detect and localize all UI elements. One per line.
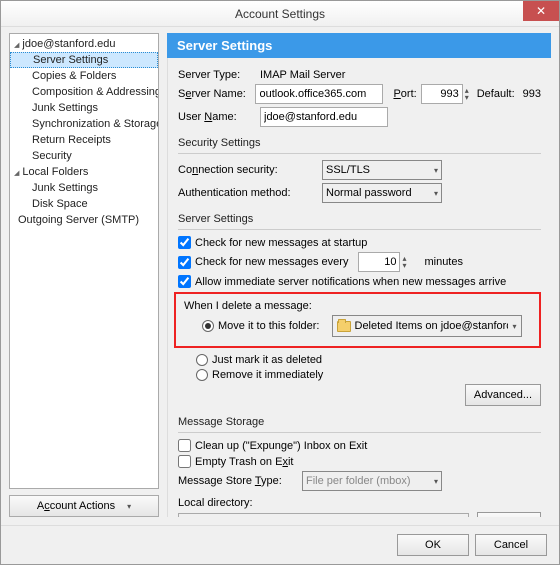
account-actions-button[interactable]: Account Actions ▾ bbox=[9, 495, 159, 517]
tree-item-return-receipts[interactable]: Return Receipts bbox=[10, 132, 158, 148]
tree-item-junk[interactable]: Junk Settings bbox=[10, 100, 158, 116]
server-name-label: Server Name: bbox=[178, 88, 251, 100]
close-icon[interactable]: ✕ bbox=[523, 1, 559, 21]
cleanup-inbox-checkbox[interactable]: Clean up ("Expunge") Inbox on Exit bbox=[178, 439, 367, 452]
chevron-down-icon: ▾ bbox=[512, 322, 516, 331]
panel-title: Server Settings bbox=[167, 33, 551, 58]
sidebar: jdoe@stanford.edu Server Settings Copies… bbox=[9, 33, 159, 517]
browse-button[interactable]: Browse... bbox=[477, 512, 541, 517]
security-settings-title: Security Settings bbox=[178, 137, 541, 149]
ok-button[interactable]: OK bbox=[397, 534, 469, 556]
allow-notifications-checkbox[interactable]: Allow immediate server notifications whe… bbox=[178, 275, 506, 288]
port-label: Port: bbox=[393, 88, 416, 100]
check-startup-checkbox[interactable]: Check for new messages at startup bbox=[178, 236, 367, 249]
mark-deleted-radio[interactable]: Just mark it as deleted bbox=[196, 354, 322, 366]
tree-item-lf-junk[interactable]: Junk Settings bbox=[10, 180, 158, 196]
message-storage-title: Message Storage bbox=[178, 416, 541, 428]
folder-icon bbox=[337, 321, 351, 332]
remove-immediately-radio[interactable]: Remove it immediately bbox=[196, 369, 323, 381]
local-directory-input[interactable] bbox=[178, 513, 469, 517]
store-type-select: File per folder (mbox)▾ bbox=[302, 471, 442, 491]
user-name-input[interactable] bbox=[260, 107, 388, 127]
connection-security-label: Connection security: bbox=[178, 164, 318, 176]
server-name-input[interactable] bbox=[255, 84, 383, 104]
store-type-label: Message Store Type: bbox=[178, 475, 298, 487]
window-title: Account Settings bbox=[1, 7, 559, 21]
tree-item-security[interactable]: Security bbox=[10, 148, 158, 164]
default-port-label: Default: bbox=[477, 88, 515, 100]
tree-item-copies-folders[interactable]: Copies & Folders bbox=[10, 68, 158, 84]
account-tree[interactable]: jdoe@stanford.edu Server Settings Copies… bbox=[9, 33, 159, 489]
tree-local-folders[interactable]: Local Folders bbox=[10, 164, 158, 180]
server-settings-title: Server Settings bbox=[178, 213, 541, 225]
user-name-label: User Name: bbox=[178, 111, 256, 123]
check-interval-input[interactable] bbox=[358, 252, 400, 272]
server-type-label: Server Type: bbox=[178, 69, 256, 81]
chevron-down-icon: ▾ bbox=[434, 189, 438, 198]
minutes-label: minutes bbox=[424, 256, 463, 268]
check-every-checkbox[interactable]: Check for new messages every bbox=[178, 256, 348, 269]
tree-item-lf-disk[interactable]: Disk Space bbox=[10, 196, 158, 212]
default-port-value: 993 bbox=[523, 88, 541, 100]
local-directory-label: Local directory: bbox=[178, 497, 253, 509]
main-panel: Server Settings Server Type: IMAP Mail S… bbox=[167, 33, 551, 517]
dialog-footer: OK Cancel bbox=[1, 525, 559, 564]
move-to-folder-radio[interactable]: Move it to this folder: bbox=[202, 320, 320, 332]
chevron-down-icon: ▾ bbox=[434, 166, 438, 175]
titlebar: Account Settings ✕ bbox=[1, 1, 559, 27]
tree-item-sync-storage[interactable]: Synchronization & Storage bbox=[10, 116, 158, 132]
chevron-down-icon: ▾ bbox=[434, 477, 438, 486]
delete-message-title: When I delete a message: bbox=[184, 300, 531, 312]
account-settings-window: Account Settings ✕ jdoe@stanford.edu Ser… bbox=[0, 0, 560, 565]
server-type-value: IMAP Mail Server bbox=[260, 69, 345, 81]
cancel-button[interactable]: Cancel bbox=[475, 534, 547, 556]
delete-message-highlight: When I delete a message: Move it to this… bbox=[174, 292, 541, 348]
deleted-items-folder-select[interactable]: Deleted Items on jdoe@stanford.edu ▾ bbox=[332, 315, 522, 337]
spinner-icon[interactable]: ▴▾ bbox=[465, 87, 469, 101]
port-input[interactable] bbox=[421, 84, 463, 104]
spinner-icon[interactable]: ▴▾ bbox=[402, 255, 406, 269]
advanced-button[interactable]: Advanced... bbox=[465, 384, 541, 406]
auth-method-select[interactable]: Normal password▾ bbox=[322, 183, 442, 203]
tree-outgoing-smtp[interactable]: Outgoing Server (SMTP) bbox=[10, 212, 158, 228]
empty-trash-checkbox[interactable]: Empty Trash on Exit bbox=[178, 455, 293, 468]
tree-item-composition[interactable]: Composition & Addressing bbox=[10, 84, 158, 100]
connection-security-select[interactable]: SSL/TLS▾ bbox=[322, 160, 442, 180]
chevron-down-icon: ▾ bbox=[127, 502, 131, 511]
auth-method-label: Authentication method: bbox=[178, 187, 318, 199]
tree-item-server-settings[interactable]: Server Settings bbox=[10, 52, 158, 68]
tree-account-jdoe[interactable]: jdoe@stanford.edu bbox=[10, 36, 158, 52]
